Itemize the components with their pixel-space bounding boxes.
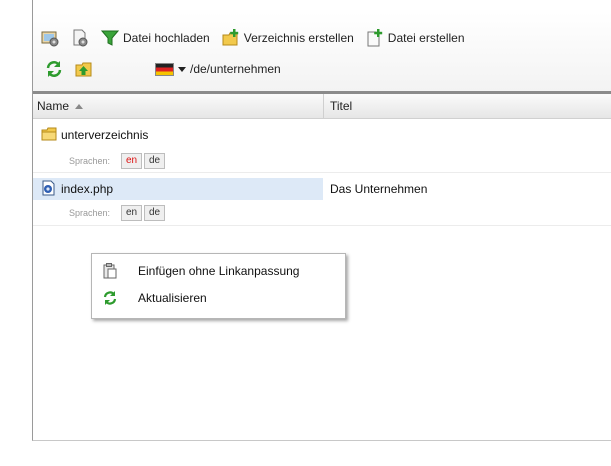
language-row: Sprachen: en de [33, 202, 611, 224]
create-directory-button[interactable]: Verzeichnis erstellen [222, 27, 354, 49]
upload-funnel-icon [100, 29, 120, 47]
file-gear-icon [71, 29, 89, 47]
context-menu-item-paste-without-link-update[interactable]: Einfügen ohne Linkanpassung [92, 260, 345, 282]
current-path: /de/unternehmen [190, 62, 281, 76]
create-file-label: Datei erstellen [387, 31, 465, 45]
context-menu: Einfügen ohne Linkanpassung Aktualisiere… [91, 253, 346, 319]
refresh-button[interactable] [45, 58, 63, 80]
chevron-down-icon[interactable] [178, 66, 186, 72]
column-header-name[interactable]: Name [37, 99, 84, 113]
language-row: Sprachen: en de [33, 150, 611, 172]
language-badge-en[interactable]: en [121, 205, 143, 221]
row-name[interactable]: unterverzeichnis [61, 128, 148, 142]
refresh-icon [102, 290, 118, 306]
upload-file-button[interactable]: Datei hochladen [100, 27, 210, 49]
context-menu-item-refresh[interactable]: Aktualisieren [92, 287, 345, 309]
php-file-icon [41, 180, 57, 196]
column-header-title[interactable]: Titel [330, 99, 352, 113]
table-row[interactable]: index.php Das Unternehmen [33, 178, 611, 200]
path-bar: /de/unternehmen [155, 61, 281, 77]
language-badge-de[interactable]: de [144, 153, 166, 169]
new-file-icon [366, 29, 384, 47]
parent-directory-button[interactable] [75, 58, 93, 80]
language-badge-de[interactable]: de [144, 205, 166, 221]
row-name[interactable]: index.php [61, 182, 113, 196]
sort-ascending-icon [75, 104, 84, 110]
file-manager-panel: Datei hochladen Verzeichnis erstellen Da… [32, 0, 611, 441]
create-file-button[interactable]: Datei erstellen [366, 27, 465, 49]
image-gear-icon [41, 29, 59, 47]
paste-icon [102, 263, 118, 279]
row-divider [33, 225, 611, 226]
toolbar-row-1: Datei hochladen Verzeichnis erstellen Da… [33, 26, 477, 50]
languages-label: Sprachen: [69, 208, 111, 218]
context-menu-item-label: Aktualisieren [138, 291, 207, 305]
upload-file-label: Datei hochladen [123, 31, 210, 45]
column-divider[interactable] [323, 94, 324, 118]
folder-icon [41, 126, 57, 142]
row-divider [33, 172, 611, 173]
table-row[interactable]: unterverzeichnis [33, 124, 611, 146]
create-directory-label: Verzeichnis erstellen [243, 31, 354, 45]
table-header: Name Titel [33, 94, 611, 119]
languages-label: Sprachen: [69, 156, 111, 166]
toolbar: Datei hochladen Verzeichnis erstellen Da… [33, 12, 611, 91]
context-menu-item-label: Einfügen ohne Linkanpassung [138, 264, 300, 278]
column-header-name-label: Name [37, 99, 70, 113]
folder-up-icon [75, 60, 93, 78]
language-badge-en[interactable]: en [121, 153, 143, 169]
refresh-icon [45, 60, 63, 78]
new-folder-icon [222, 29, 240, 47]
toolbar-row-2 [33, 57, 105, 81]
image-settings-button[interactable] [41, 27, 59, 49]
german-flag-icon[interactable] [155, 62, 174, 76]
file-settings-button[interactable] [71, 27, 89, 49]
row-title: Das Unternehmen [330, 182, 428, 196]
